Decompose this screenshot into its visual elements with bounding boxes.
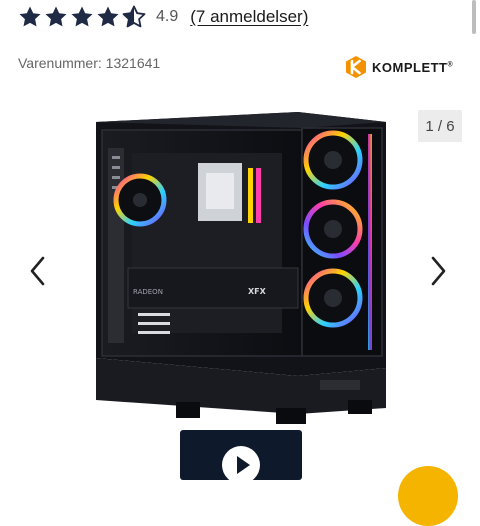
product-image[interactable]: RADEON XFX <box>88 108 388 430</box>
svg-text:XFX: XFX <box>248 287 267 296</box>
chevron-left-icon <box>30 256 45 286</box>
star-rating <box>18 5 146 29</box>
floating-action-button[interactable] <box>398 466 458 526</box>
star-half-icon <box>122 5 146 28</box>
play-icon <box>222 446 260 480</box>
sku-label: Varenummer <box>18 55 106 71</box>
pc-case-illustration: RADEON XFX <box>96 112 386 424</box>
gallery-prev-button[interactable] <box>24 255 52 287</box>
star-full-icon <box>97 6 119 27</box>
rating-value: 4.9 <box>156 8 179 25</box>
svg-text:RADEON: RADEON <box>133 288 163 296</box>
rating-row: 4.9 (7 anmeldelser) <box>18 4 308 30</box>
registered-mark: ® <box>447 61 454 69</box>
komplett-logo-icon <box>346 56 366 78</box>
chevron-right-icon <box>431 256 446 286</box>
star-full-icon <box>45 6 67 27</box>
reviews-link[interactable]: (7 anmeldelser) <box>190 7 308 27</box>
gallery-counter: 1 / 6 <box>418 110 462 142</box>
brand-name: KOMPLETT® <box>372 59 454 75</box>
star-full-icon <box>19 6 41 27</box>
sku-value: 1321641 <box>105 55 161 71</box>
video-thumbnail[interactable] <box>180 430 302 480</box>
gallery-next-button[interactable] <box>424 255 452 287</box>
scrollbar[interactable] <box>472 0 476 34</box>
brand-logo[interactable]: KOMPLETT® <box>345 55 453 79</box>
sku-line: Varenummer1321641 <box>18 55 160 71</box>
star-full-icon <box>71 6 93 27</box>
